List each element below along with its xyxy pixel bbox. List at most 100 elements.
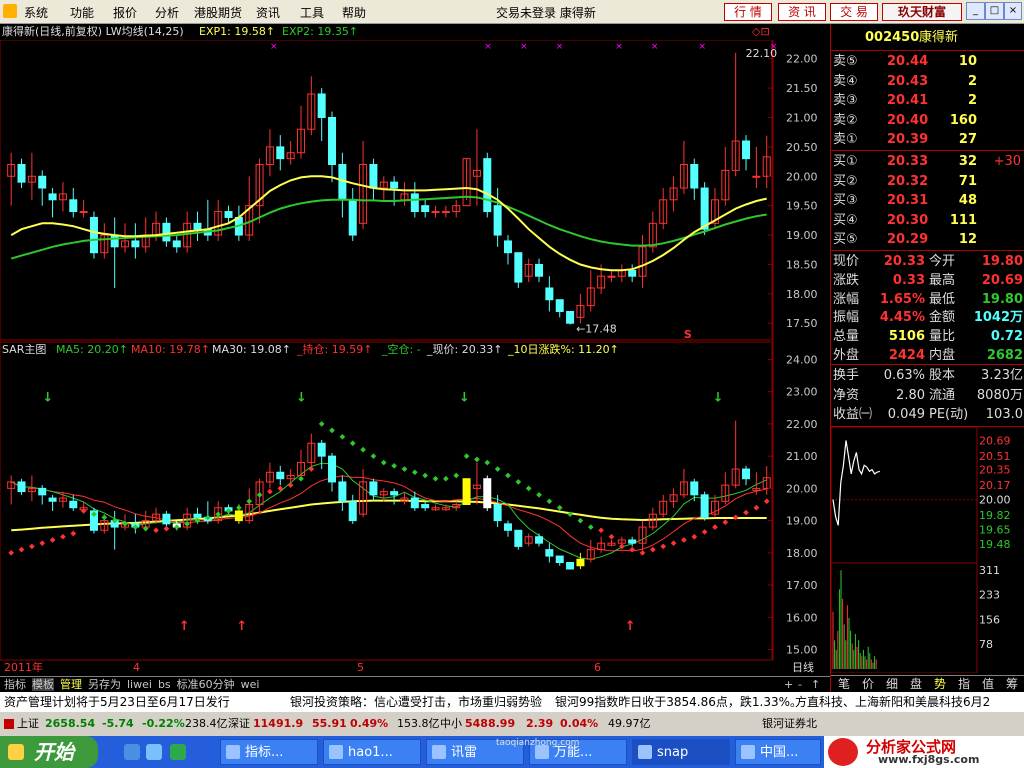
- panel-toggle-icon[interactable]: ◇⊡: [752, 24, 770, 40]
- candle-body: [79, 211, 88, 214]
- intraday-axis-label: 20.35: [979, 464, 1011, 477]
- tab-manage[interactable]: 管理: [60, 678, 82, 691]
- sar-candle-body: [410, 497, 419, 509]
- menu-news[interactable]: 资讯: [256, 4, 280, 21]
- sar-dot: [298, 475, 304, 482]
- menu-help[interactable]: 帮助: [342, 4, 366, 21]
- sar-dot: [39, 540, 46, 547]
- sar-candle-body: [234, 510, 243, 522]
- index-status-bar: 上证 2658.54 -5.74 -0.22% 238.4亿 深证 11491.…: [0, 712, 1024, 736]
- candle-body: [48, 193, 57, 201]
- quote-tab[interactable]: 势: [928, 676, 952, 693]
- task-hao123[interactable]: hao1...: [323, 739, 421, 765]
- menu-function[interactable]: 功能: [70, 4, 94, 21]
- candle-body: [514, 252, 523, 283]
- menu-bar: 系统 功能 报价 分析 港股期货 资讯 工具 帮助 交易未登录 康得新 行 情 …: [0, 0, 1024, 24]
- minimize-icon[interactable]: _: [966, 2, 985, 20]
- explorer-icon[interactable]: [146, 744, 162, 760]
- bid-volume: 12: [958, 232, 977, 247]
- menu-quote[interactable]: 报价: [113, 4, 137, 21]
- ask-volume: 2: [967, 93, 977, 108]
- quote-panel: 002450 康得新 卖⑤ 20.44 10 卖④ 20.43 2 卖③ 20.41 2 卖② 20…: [830, 24, 1024, 693]
- quote-tab[interactable]: 价: [856, 676, 880, 693]
- upper-axis-label: 21.50: [786, 82, 818, 95]
- fund-label: 股本: [929, 368, 956, 383]
- ticker-item[interactable]: 银河99指数昨日收于3854.86点，跌1.33%。: [555, 692, 802, 712]
- main-chart[interactable]: ×××××××× ↓↓↓↓↑↑↑↑ 22.0021.5021.0020.5020…: [0, 40, 830, 676]
- bid-price: 20.30: [887, 212, 929, 228]
- tab-wei[interactable]: wei: [241, 678, 260, 691]
- candle-body: [752, 175, 761, 178]
- ask-price: 20.40: [887, 112, 929, 128]
- sar-dot: [505, 472, 511, 479]
- exp1-value: EXP1: 19.58↑: [199, 25, 276, 38]
- sh-value: 2658.54: [45, 717, 96, 730]
- zx-label: 中小: [440, 717, 462, 730]
- ticker-item[interactable]: 银河投资策略：信心遭受打击，市场重归弱势验: [290, 692, 542, 712]
- tab-60min[interactable]: 标准60分钟: [177, 678, 235, 691]
- task-indicator[interactable]: 指标...: [220, 739, 318, 765]
- stat-label: 今开: [929, 254, 956, 269]
- timeframe-label[interactable]: 日线: [792, 660, 814, 674]
- browser-icon: [329, 745, 343, 759]
- intraday-axis-label: 20.69: [979, 434, 1011, 447]
- sh-label: 上证: [17, 717, 39, 730]
- news-button[interactable]: 资 讯: [778, 3, 826, 21]
- nav-up-button[interactable]: ↑: [811, 677, 820, 693]
- trade-button[interactable]: 交 易: [830, 3, 878, 21]
- quote-tab[interactable]: 笔: [832, 676, 856, 693]
- tab-save-as[interactable]: 另存为: [88, 678, 121, 691]
- sar-candle-body: [545, 549, 554, 557]
- task-snap[interactable]: snap: [632, 739, 730, 765]
- menu-analysis[interactable]: 分析: [155, 4, 179, 21]
- tab-template[interactable]: 模板: [32, 678, 54, 691]
- candle-body: [131, 240, 140, 248]
- bid-price: 20.32: [887, 173, 929, 189]
- sar-dot: [463, 453, 470, 459]
- lower-axis-label: 19.00: [786, 515, 818, 528]
- nav-plus-button[interactable]: +: [784, 677, 793, 693]
- menu-tools[interactable]: 工具: [300, 4, 324, 21]
- ie-icon[interactable]: [124, 744, 140, 760]
- sar-candle-body: [348, 500, 357, 522]
- tab-liwei[interactable]: liwei: [127, 678, 152, 691]
- ticker-item[interactable]: 资产管理计划将于5月23日至6月17日发行: [4, 692, 230, 712]
- stock-name: 康得新: [919, 30, 959, 45]
- ticker-item[interactable]: 方直科技、上海新阳和美晨科技6月2: [795, 692, 990, 712]
- quote-tab[interactable]: 细: [880, 676, 904, 693]
- quote-tab[interactable]: 指: [952, 676, 976, 693]
- app-icon[interactable]: [3, 4, 17, 18]
- market-button[interactable]: 行 情: [724, 3, 772, 21]
- qq-icon[interactable]: [170, 744, 186, 760]
- close-icon[interactable]: ×: [1004, 2, 1022, 20]
- tab-bs[interactable]: bs: [158, 678, 171, 691]
- candle-body: [276, 146, 285, 160]
- lower-axis-label: 23.00: [786, 386, 818, 399]
- signal-marker-icon: ×: [651, 42, 659, 52]
- sar-dot: [153, 527, 159, 534]
- sar-dot: [329, 427, 335, 434]
- menu-hk-futures[interactable]: 港股期货: [194, 4, 242, 21]
- ask-price: 20.43: [887, 73, 929, 89]
- quote-tab[interactable]: 筹: [1000, 676, 1024, 693]
- sar-candle-body: [69, 500, 78, 509]
- thunder-icon: [432, 745, 446, 759]
- quote-tab[interactable]: 盘: [904, 676, 928, 693]
- start-button[interactable]: 开始: [0, 736, 98, 768]
- fund-value: 3.23亿: [981, 368, 1023, 383]
- maximize-icon[interactable]: □: [985, 2, 1004, 20]
- quote-tab[interactable]: 值: [976, 676, 1000, 693]
- intraday-chart[interactable]: 20.69 20.5120.35 20.17 20.00 19.82 19.6519.48…: [831, 427, 1024, 673]
- task-china[interactable]: 中国...: [735, 739, 821, 765]
- menu-system[interactable]: 系统: [24, 4, 48, 21]
- candle-body: [421, 205, 430, 213]
- nav-minus-button[interactable]: -: [798, 677, 802, 693]
- lower-axis-label: 15.00: [786, 644, 818, 657]
- sar-dot: [650, 546, 656, 553]
- price-axis: 22.00 21.50 21.00 20.50 20.00 19.50 19.00 18.50…: [768, 53, 818, 657]
- fund-row: 换手 0.63% 股本 3.23亿: [831, 366, 1024, 385]
- sar-dot: [411, 469, 418, 476]
- tab-indicator[interactable]: 指标: [4, 678, 26, 691]
- candle-body: [110, 234, 119, 248]
- sar-dot: [763, 498, 770, 505]
